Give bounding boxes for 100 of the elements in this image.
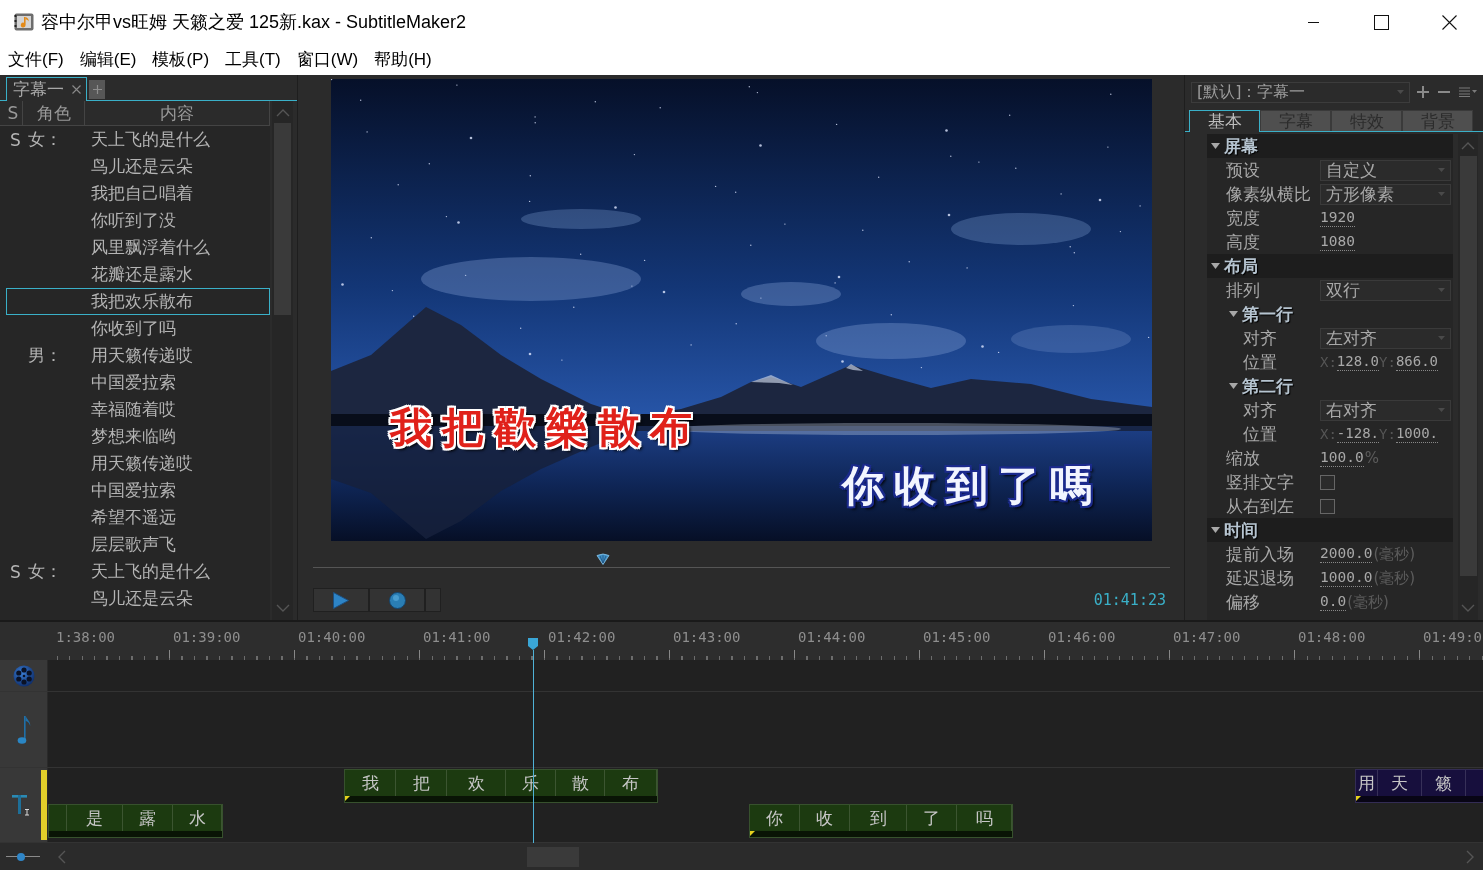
subtitle-preview-line: 你收到了嗎 [842, 465, 1102, 507]
subtitle-row[interactable]: S 女： 天上飞的是什么 [6, 558, 270, 585]
subtitle-clip[interactable]: 用 天 籁 [1355, 769, 1483, 803]
column-header[interactable]: 角色 [23, 101, 85, 125]
clip-character: 天 [1378, 770, 1422, 796]
property-label: 高度 [1226, 231, 1260, 252]
number-field[interactable]: 1000.0 [1320, 569, 1373, 587]
subtitle-row[interactable]: 梦想来临哟 [6, 423, 270, 450]
subtitle-row[interactable]: 男： 用天籁传递哎 [6, 342, 270, 369]
time-label: 01:45:00 [922, 628, 991, 647]
scrubber-thumb[interactable] [595, 553, 610, 565]
lyric-text: 风里飘浮着什么 [90, 236, 210, 259]
group-title: 第二行 [1242, 374, 1293, 398]
subtitle-row[interactable]: 层层歌声飞 [6, 531, 270, 558]
clip-character: 收 [800, 805, 850, 831]
scroll-up-icon[interactable] [1461, 142, 1475, 150]
subtitle-clip[interactable]: 是 露 水 [48, 804, 223, 838]
subtitle-row[interactable]: 鸟儿还是云朵 [6, 585, 270, 612]
scroll-right-icon[interactable] [1466, 849, 1474, 864]
properties-tab[interactable]: 基本 [1189, 110, 1260, 132]
record-button[interactable] [369, 588, 425, 612]
number-field[interactable]: 2000.0 [1320, 545, 1373, 563]
zoom-slider-thumb[interactable] [17, 852, 26, 861]
subtitle-row[interactable]: 幸福随着哎 [6, 396, 270, 423]
subtitle-tab[interactable]: 字幕一 [6, 77, 87, 101]
subtitle-row[interactable]: 我把自己唱着 [6, 180, 270, 207]
playhead-handle[interactable] [528, 638, 538, 650]
subtitle-clip[interactable]: 你 收 到 了 吗 [749, 804, 1013, 838]
number-field[interactable]: 100.0 [1320, 449, 1364, 467]
section-header[interactable]: 屏幕 [1207, 134, 1453, 158]
subtitle-row[interactable]: 中国爱拉索 [6, 477, 270, 504]
dropdown-field[interactable]: 双行 [1320, 279, 1451, 301]
subtitle-row[interactable]: 用天籁传递哎 [6, 450, 270, 477]
plus-icon [92, 85, 102, 94]
text-tool-icon [10, 793, 31, 817]
scrubber-track[interactable] [313, 553, 1170, 568]
property-label: 位置 [1243, 423, 1277, 444]
subtitle-row[interactable]: 中国爱拉索 [6, 369, 270, 396]
play-button[interactable] [313, 588, 369, 612]
property-label: 预设 [1226, 159, 1260, 180]
time-label: 01:39:00 [172, 628, 241, 647]
plus-icon[interactable] [1417, 86, 1429, 98]
dropdown-field[interactable]: 左对齐 [1320, 327, 1451, 349]
lyric-text: 天上飞的是什么 [90, 128, 210, 151]
property-label: 从右到左 [1226, 495, 1294, 516]
subtitle-row[interactable]: 风里飘浮着什么 [6, 234, 270, 261]
checkbox[interactable] [1320, 474, 1335, 490]
number-field[interactable]: 0.0 [1320, 593, 1347, 611]
close-icon[interactable] [72, 85, 81, 94]
section-header[interactable]: 布局 [1207, 254, 1453, 278]
zoom-slider[interactable] [6, 851, 40, 862]
caret-icon[interactable] [1229, 383, 1238, 389]
checkbox[interactable] [1320, 498, 1335, 514]
start-marker-icon [750, 831, 755, 836]
subtitle-row[interactable]: S 女： 天上飞的是什么 [6, 126, 270, 153]
flag-text: S [10, 129, 21, 150]
scroll-down-icon[interactable] [1461, 604, 1475, 612]
maximize-icon [1373, 14, 1389, 30]
subtitle-row[interactable]: 花瓣还是露水 [6, 261, 270, 288]
column-header[interactable]: 内容 [85, 101, 270, 125]
app-icon [14, 12, 34, 32]
dropdown-field[interactable]: 自定义 [1320, 159, 1451, 181]
subtitle-row[interactable]: 鸟儿还是云朵 [6, 153, 270, 180]
scroll-left-icon[interactable] [58, 849, 66, 864]
clip-character: 吗 [957, 805, 1012, 831]
number-field[interactable]: 128.0 [1336, 353, 1379, 371]
record-icon [388, 591, 406, 609]
number-field[interactable]: 1000. [1395, 425, 1439, 443]
subtitle-row[interactable]: 你听到了没 [6, 207, 270, 234]
scroll-down-icon[interactable] [275, 604, 290, 612]
dropdown-field[interactable]: 右对齐 [1320, 399, 1451, 421]
music-note-icon [16, 714, 31, 745]
subtitle-row[interactable]: 希望不遥远 [6, 504, 270, 531]
subtitle-row[interactable]: 我把欢乐散布 [6, 288, 270, 315]
number-field[interactable]: -128. [1336, 425, 1379, 443]
clip-character: 了 [907, 805, 957, 831]
scroll-up-icon[interactable] [275, 109, 290, 117]
caret-icon[interactable] [1211, 263, 1220, 269]
caret-icon[interactable] [1229, 311, 1238, 317]
number-field[interactable]: 866.0 [1395, 353, 1439, 371]
track-header[interactable] [0, 660, 48, 691]
time-label: 01:41:00 [422, 628, 491, 647]
add-tab-button[interactable] [89, 80, 105, 99]
lyric-text: 层层歌声飞 [90, 533, 176, 556]
clip-character: 到 [850, 805, 907, 831]
preset-dropdown[interactable]: [默认]：字幕一 [1191, 81, 1410, 103]
menu-icon[interactable] [1459, 87, 1477, 97]
column-header[interactable]: S [4, 101, 23, 125]
dropdown-field[interactable]: 方形像素 [1320, 183, 1451, 205]
subtitle-row[interactable]: 你收到了吗 [6, 315, 270, 342]
section-header[interactable]: 时间 [1207, 518, 1453, 542]
minimize-icon [1307, 21, 1319, 23]
number-field[interactable]: 1920 [1320, 209, 1355, 227]
film-reel-icon [12, 664, 35, 687]
caret-icon[interactable] [1211, 143, 1220, 149]
number-field[interactable]: 1080 [1320, 233, 1355, 251]
time-label: 01:46:00 [1047, 628, 1116, 647]
clip-character: 是 [67, 805, 123, 831]
lyric-text: 花瓣还是露水 [90, 263, 193, 286]
caret-icon[interactable] [1211, 527, 1220, 533]
